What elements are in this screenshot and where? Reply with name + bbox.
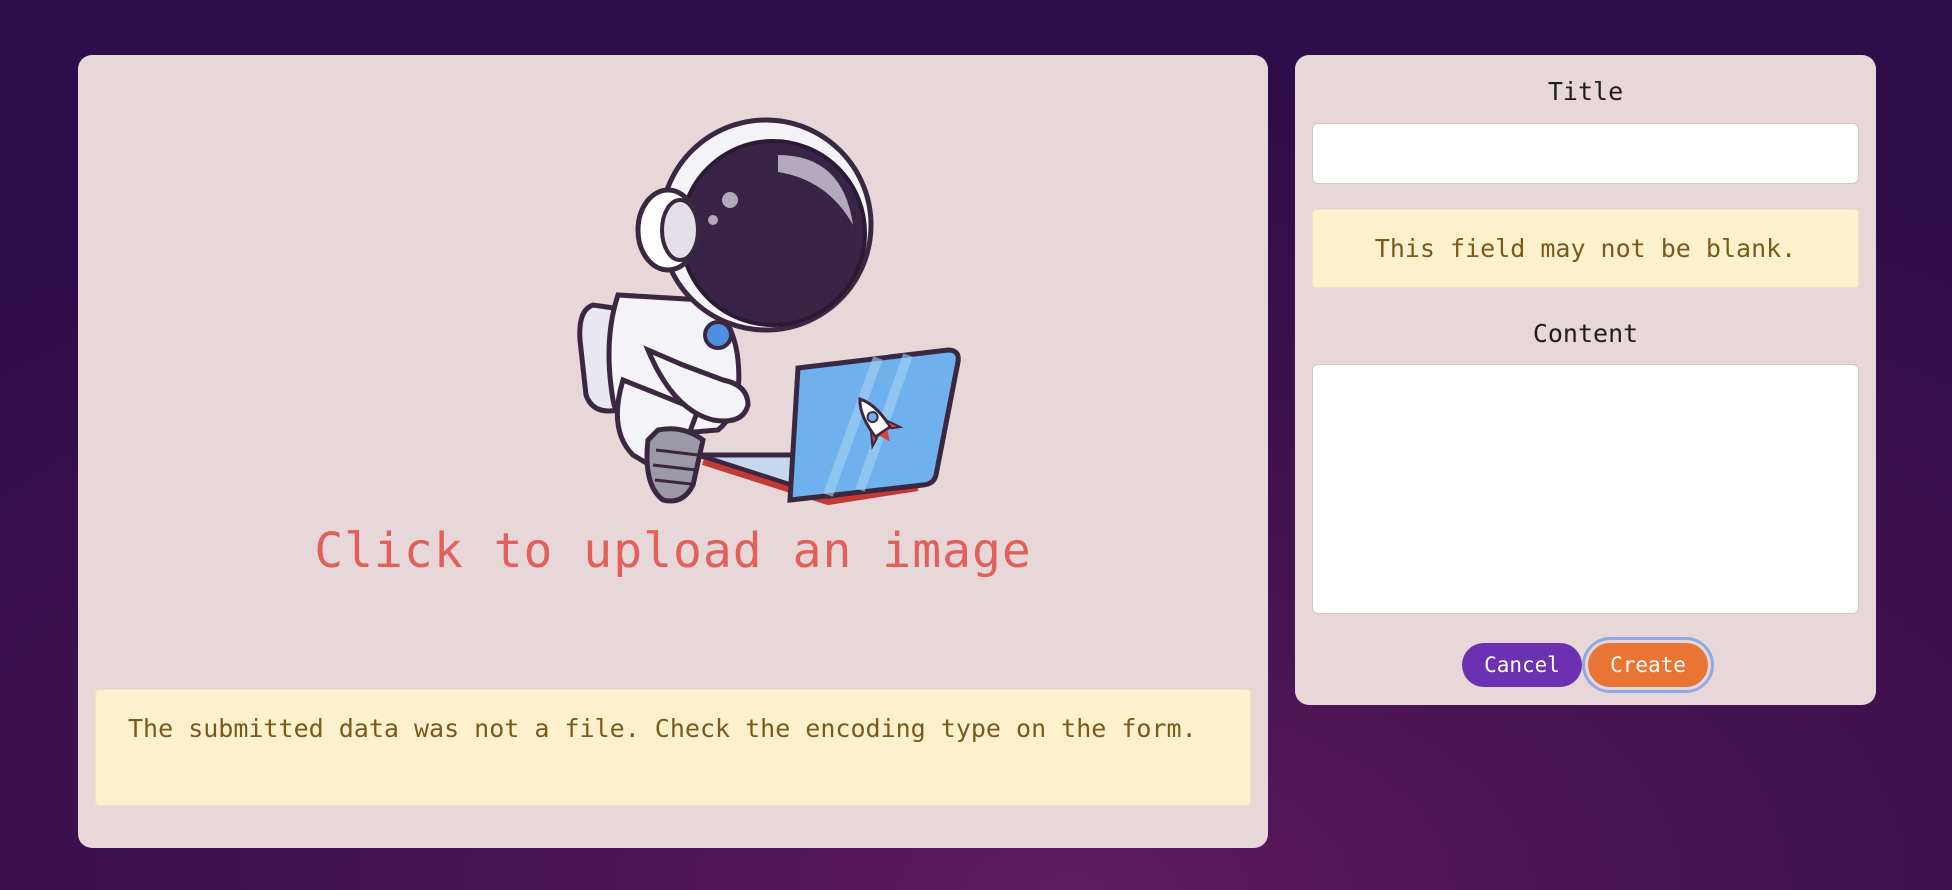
create-button[interactable]: Create <box>1588 643 1708 687</box>
title-error-alert: This field may not be blank. <box>1312 209 1859 288</box>
content-textarea[interactable] <box>1312 364 1859 614</box>
astronaut-laptop-illustration <box>577 117 961 506</box>
title-label: Title <box>1547 77 1624 106</box>
post-form: Title This field may not be blank. Conte… <box>1295 55 1876 705</box>
image-upload-area[interactable]: Click to upload an image The submitted d… <box>78 55 1268 848</box>
cancel-button[interactable]: Cancel <box>1462 643 1582 687</box>
title-input[interactable] <box>1312 123 1859 184</box>
content-label: Content <box>1532 319 1639 348</box>
upload-prompt[interactable]: Click to upload an image <box>78 523 1268 579</box>
upload-error-alert: The submitted data was not a file. Check… <box>95 689 1251 806</box>
